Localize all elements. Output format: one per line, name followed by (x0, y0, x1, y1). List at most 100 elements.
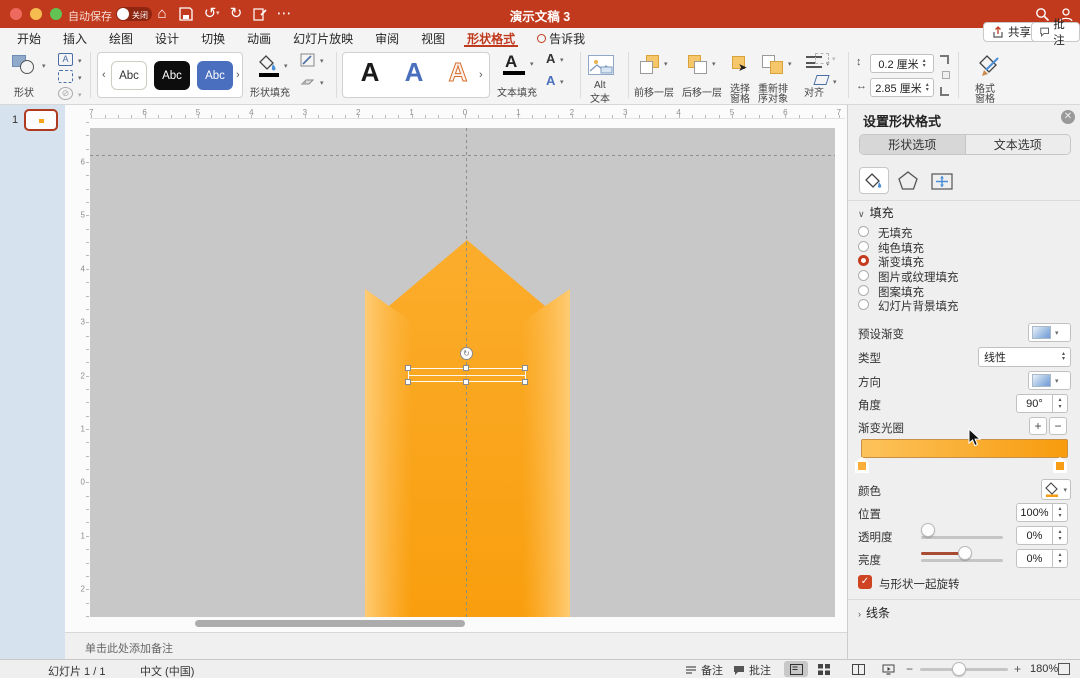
selection-handle[interactable] (522, 379, 528, 385)
save-as-icon[interactable] (250, 4, 270, 21)
spinner-icon[interactable]: ▴▾ (1053, 503, 1068, 522)
language-indicator[interactable]: 中文 (中国) (140, 663, 194, 678)
add-stop-button[interactable]: + (1029, 417, 1047, 435)
slide-thumbnail[interactable] (24, 109, 58, 131)
menu-tab[interactable]: 视图 (410, 28, 456, 47)
format-pane-button[interactable]: 窗格 (975, 90, 995, 105)
zoom-in-button[interactable]: + (1014, 662, 1021, 676)
reorder-objects-button[interactable]: 序对象 (758, 90, 788, 105)
tab-fill-and-line[interactable] (859, 167, 889, 194)
gradient-stop-handle-left[interactable] (855, 457, 869, 473)
text-box-button[interactable]: A (58, 53, 73, 66)
rotate-with-shape-checkbox[interactable]: ✓ (858, 575, 872, 589)
slider-handle[interactable] (958, 546, 972, 560)
menu-tab[interactable]: 审阅 (364, 28, 410, 47)
shape-style-option-1[interactable]: Abc (111, 61, 147, 90)
fit-to-window-icon[interactable] (1058, 663, 1070, 675)
position-spinner[interactable]: 100% ▴▾ (1016, 503, 1068, 522)
slide-canvas[interactable]: ↻ (90, 128, 835, 617)
panel-close-icon[interactable]: ✕ (1061, 110, 1075, 124)
spinner-icon[interactable]: ▴▾ (926, 83, 929, 93)
slideshow-view-button[interactable] (876, 661, 900, 677)
gradient-type-dropdown[interactable]: 线性 ▴▾ (978, 347, 1071, 367)
slider-handle[interactable] (952, 662, 966, 676)
redo-icon[interactable]: ↻ (226, 4, 246, 24)
brightness-slider[interactable] (921, 552, 1003, 568)
bring-forward-caret-icon[interactable]: ▾ (664, 60, 668, 68)
tab-effects[interactable] (893, 167, 923, 194)
search-icon[interactable] (1032, 5, 1052, 22)
menu-tab[interactable]: 插入 (52, 28, 98, 47)
selection-handle[interactable] (463, 365, 469, 371)
gradient-direction-dropdown[interactable]: ▾ (1028, 371, 1071, 390)
remove-stop-button[interactable]: − (1049, 417, 1067, 435)
text-fill-button[interactable]: 文本填充 (497, 84, 537, 99)
gradient-bar[interactable] (861, 439, 1068, 458)
selection-handle[interactable] (463, 379, 469, 385)
selection-handle[interactable] (522, 365, 528, 371)
selection-pane-button[interactable]: 窗格 (730, 90, 750, 105)
radio-icon[interactable] (858, 226, 869, 237)
spinner-icon[interactable]: ▴▾ (1053, 394, 1068, 413)
shape-effects-caret-icon[interactable]: ▾ (320, 79, 324, 87)
zoom-level[interactable]: 180% (1030, 663, 1058, 675)
transparency-spinner[interactable]: 0% ▴▾ (1016, 526, 1068, 545)
brightness-spinner[interactable]: 0% ▴▾ (1016, 549, 1068, 568)
line-section-header[interactable]: ›线条 (858, 604, 890, 621)
window-close-button[interactable] (10, 8, 22, 20)
send-backward-button[interactable]: 后移一层 (682, 84, 722, 99)
panel-tab[interactable]: 形状选项 (860, 135, 965, 154)
rotate-caret-icon[interactable]: ▾ (833, 78, 837, 86)
alt-text-button[interactable]: 文本 (590, 90, 610, 105)
slider-handle[interactable] (921, 523, 935, 537)
align-button[interactable]: 对齐 (804, 84, 824, 99)
wordart-option-1[interactable]: A (351, 57, 389, 88)
shape-outline-caret-icon[interactable]: ▾ (320, 57, 324, 65)
radio-icon[interactable] (858, 270, 869, 281)
spinner-icon[interactable]: ▴▾ (923, 59, 926, 69)
shape-fill-button[interactable]: 形状填充 (250, 84, 290, 99)
fill-section-header[interactable]: ∨填充 (858, 204, 894, 221)
menu-tab[interactable]: 开始 (6, 28, 52, 47)
text-outline-button[interactable]: A (546, 51, 555, 66)
radio-icon[interactable] (858, 241, 869, 252)
comments-button[interactable]: 批注 (1031, 22, 1080, 42)
home-icon[interactable]: ⌂ (152, 4, 172, 24)
shape-outline-button[interactable] (300, 53, 315, 67)
selection-handle[interactable] (405, 379, 411, 385)
more-commands-icon[interactable]: ⋯ (274, 4, 294, 24)
shape-style-option-2[interactable]: Abc (154, 61, 190, 90)
text-outline-caret-icon[interactable]: ▾ (560, 56, 564, 64)
angle-spinner[interactable]: 90° ▴▾ (1016, 394, 1068, 413)
text-effects-button[interactable]: A (546, 73, 555, 88)
lock-aspect-checkbox[interactable] (942, 71, 950, 79)
radio-icon[interactable] (858, 255, 869, 266)
text-fill-caret-icon[interactable]: ▾ (530, 60, 534, 68)
spinner-icon[interactable]: ▴▾ (1053, 549, 1068, 568)
bring-forward-button[interactable]: 前移一层 (634, 84, 674, 99)
preset-gradient-dropdown[interactable]: ▾ (1028, 323, 1071, 342)
reading-view-button[interactable] (846, 661, 870, 677)
panel-tab[interactable]: 文本选项 (965, 135, 1071, 154)
tab-size-properties[interactable] (927, 167, 957, 194)
transparency-slider[interactable] (921, 529, 1003, 545)
shapes-caret-icon[interactable]: ▾ (42, 62, 46, 70)
gallery-next-icon[interactable]: › (479, 69, 483, 81)
notes-pane[interactable]: 单击此处添加备注 (65, 632, 847, 659)
menu-tab[interactable]: 幻灯片放映 (282, 28, 364, 47)
menu-tab[interactable]: 切换 (190, 28, 236, 47)
comments-toggle-button[interactable]: 批注 (733, 662, 771, 678)
shape-style-option-3[interactable]: Abc (197, 61, 233, 90)
menu-tab[interactable]: 告诉我 (526, 28, 596, 47)
gradient-stop-handle-right[interactable] (1053, 457, 1067, 473)
horizontal-scrollbar[interactable] (195, 620, 465, 627)
gallery-prev-icon[interactable]: ‹ (102, 69, 106, 81)
edit-shape-caret-icon[interactable]: ▾ (78, 74, 82, 82)
wordart-option-3[interactable]: A (439, 57, 477, 88)
stop-color-dropdown[interactable]: ▾ (1041, 479, 1071, 500)
text-fill-icon[interactable]: A (505, 52, 517, 72)
undo-caret-icon[interactable]: ▾ (216, 9, 220, 17)
zoom-slider[interactable] (920, 662, 1008, 676)
autosave-toggle[interactable]: 关闭 (116, 7, 152, 21)
selection-handle[interactable] (405, 365, 411, 371)
